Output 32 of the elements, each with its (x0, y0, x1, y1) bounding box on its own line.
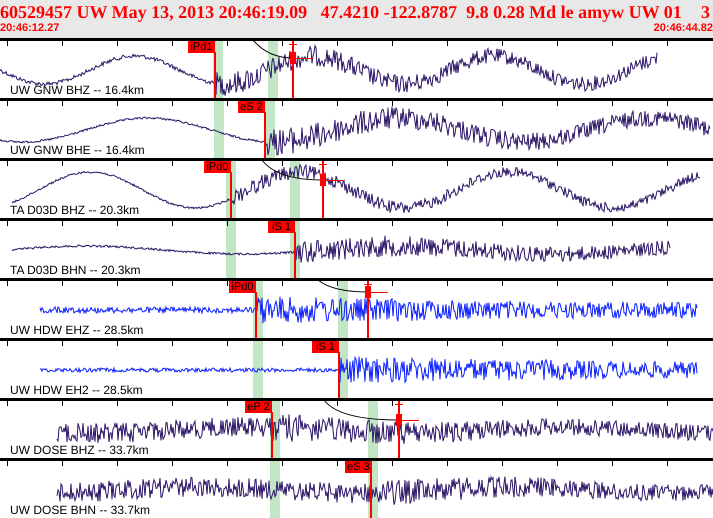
channel-label: UW GNW BHE -- 16.4km (10, 144, 145, 157)
end-time: 20:46:44.82 (654, 22, 713, 35)
pick-line (294, 232, 296, 278)
channel-label: UW GNW BHZ -- 16.4km (10, 84, 144, 97)
event-title: 60529457 UW May 13, 2013 20:46:19.09 47.4210 -122.8787 9.8 0.28 Md le amyw UW 01 (0, 2, 682, 22)
pick-flag[interactable]: iS 1 (268, 221, 295, 233)
pick-flag[interactable]: iPd0 (204, 161, 231, 173)
pick-window (226, 220, 236, 278)
channel-label: UW HDW EH2 -- 28.5km (10, 384, 143, 397)
pick-line (214, 52, 216, 98)
channel-label: UW DOSE BHN -- 33.7km (10, 504, 150, 517)
pick-window (214, 100, 224, 158)
pick-line (338, 352, 340, 398)
event-title-end: 3 (701, 2, 710, 22)
pick-line (230, 172, 232, 218)
pick-window (253, 340, 263, 398)
pick-flag[interactable]: eS 2 (238, 101, 265, 113)
pick-line (264, 112, 266, 158)
pick-window (270, 460, 280, 518)
channel-label: UW HDW EHZ -- 28.5km (10, 324, 144, 337)
pick-line (370, 472, 372, 518)
pick-flag[interactable]: iS 1 (312, 341, 339, 353)
channel-label: UW DOSE BHZ -- 33.7km (10, 444, 149, 457)
channel-label: TA D03D BHN -- 20.3km (10, 264, 140, 277)
start-time: 20:46:12.27 (0, 22, 60, 35)
pick-flag[interactable]: iPd0 (229, 281, 256, 293)
pick-flag[interactable]: eS 3 (345, 461, 372, 473)
pick-flag[interactable]: eP 2 (245, 401, 272, 413)
channel-label: TA D03D BHZ -- 20.3km (10, 204, 140, 217)
pick-line (255, 292, 257, 338)
pick-line (271, 412, 273, 458)
pick-flag[interactable]: iPd1 (188, 41, 215, 53)
